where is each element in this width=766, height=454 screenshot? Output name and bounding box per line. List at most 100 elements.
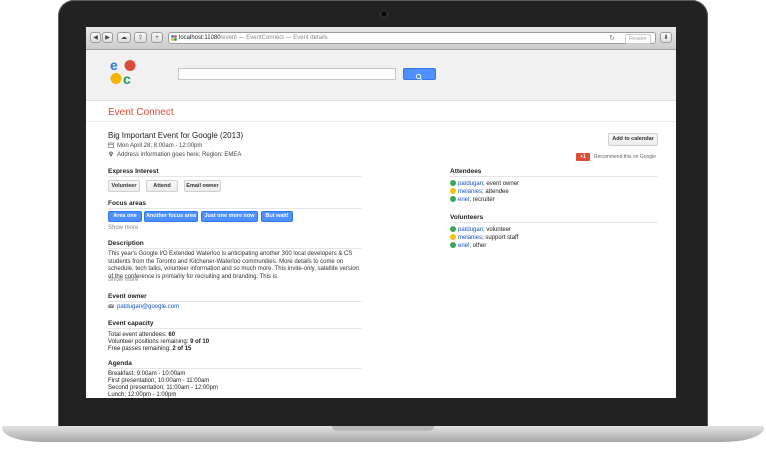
laptop-notch xyxy=(332,426,434,431)
capacity-volunteer: Volunteer positions remaining: 9 of 10 xyxy=(108,339,209,345)
focus-areas-heading: Focus areas xyxy=(108,200,146,207)
focus-tag[interactable]: Area one xyxy=(108,211,142,222)
svg-text:e: e xyxy=(110,59,118,73)
screen: ◀ ▶ ☁ ⇪ + localhost:11080/event — EventC… xyxy=(86,27,676,398)
search-input[interactable] xyxy=(178,68,396,80)
status-check-icon xyxy=(450,226,456,232)
browser-toolbar: ◀ ▶ ☁ ⇪ + localhost:11080/event — EventC… xyxy=(86,27,676,50)
email-owner-button[interactable]: Email owner xyxy=(184,180,221,192)
capacity-volunteer-label: Volunteer positions remaining: xyxy=(108,339,189,345)
reader-button[interactable]: Reader xyxy=(624,34,651,44)
event-address-row: Address information goes here; Region: E… xyxy=(108,151,241,158)
status-check-icon xyxy=(450,196,456,202)
mail-icon xyxy=(108,303,114,309)
camera xyxy=(380,10,388,18)
event-title: Big Important Event for Google (2013) xyxy=(108,131,244,140)
owner-row: patdugan@google.com xyxy=(108,303,179,310)
status-pending-icon xyxy=(450,188,456,194)
capacity-total: Total event attendees: 60 xyxy=(108,332,175,338)
divider xyxy=(108,301,362,302)
divider xyxy=(108,248,362,249)
attendee-role: ; attendee xyxy=(482,189,509,195)
volunteer-role: ; volunteer xyxy=(483,227,512,233)
capacity-total-label: Total event attendees: xyxy=(108,332,167,338)
divider xyxy=(450,176,658,177)
volunteer-row: melanies; support staff xyxy=(450,234,518,241)
location-pin-icon xyxy=(108,151,114,157)
divider xyxy=(108,328,362,329)
cloud-icon[interactable]: ☁ xyxy=(117,32,131,43)
owner-email-link[interactable]: patdugan@google.com xyxy=(117,304,179,310)
recommend-text: Recommend this on Google xyxy=(594,154,656,160)
focus-tag[interactable]: But wait! xyxy=(261,211,293,222)
focus-show-more-link[interactable]: Show more xyxy=(108,225,138,231)
gplus-button[interactable]: +1 xyxy=(576,153,590,161)
favicon-icon xyxy=(171,35,177,41)
agenda-item: Lunch; 12:00pm - 1:00pm xyxy=(108,392,177,398)
event-owner-heading: Event owner xyxy=(108,293,147,300)
volunteer-role: ; support staff xyxy=(482,235,519,241)
agenda-item: Second presentation; 11:00am - 12:00pm xyxy=(108,385,218,391)
reload-icon[interactable]: ↻ xyxy=(609,34,615,43)
attendee-name-link[interactable]: patdugan xyxy=(458,181,483,187)
attend-button[interactable]: Attend xyxy=(146,180,178,192)
attendee-row: eriel; recruiter xyxy=(450,196,495,203)
divider xyxy=(108,176,362,177)
attendee-name-link[interactable]: eriel xyxy=(458,197,469,203)
capacity-passes-value: 2 of 15 xyxy=(172,346,192,352)
download-icon[interactable]: ⬇ xyxy=(660,32,672,43)
attendee-name-link[interactable]: melanies xyxy=(458,189,482,195)
divider xyxy=(108,208,362,209)
app-logo[interactable]: e c xyxy=(110,57,136,87)
description-text: This year's Google I/O Extended Waterloo… xyxy=(108,251,359,280)
volunteer-role: ; other xyxy=(469,243,487,249)
event-capacity-heading: Event capacity xyxy=(108,320,154,327)
volunteer-name-link[interactable]: patdugan xyxy=(458,227,483,233)
laptop-base xyxy=(2,426,764,442)
capacity-volunteer-value: 9 of 10 xyxy=(190,339,210,345)
divider xyxy=(450,222,658,223)
status-check-icon xyxy=(450,180,456,186)
app-title: Event Connect xyxy=(108,107,174,118)
search-button[interactable] xyxy=(403,68,436,81)
url-host: localhost:11080 xyxy=(179,35,221,41)
description-heading: Description xyxy=(108,240,144,247)
new-tab-button[interactable]: + xyxy=(151,32,163,43)
capacity-passes-label: Free passes remaining: xyxy=(108,346,171,352)
description-show-more-link[interactable]: Show more xyxy=(108,277,138,283)
agenda-item: First presentation; 10:00am - 11:00am xyxy=(108,378,210,384)
event-date-row: Mon April 28; 8:00am - 12:00pm xyxy=(108,142,202,149)
capacity-passes: Free passes remaining: 2 of 15 xyxy=(108,346,191,352)
app-header: e c xyxy=(86,50,676,101)
volunteer-row: patdugan; volunteer xyxy=(450,226,511,233)
volunteer-button[interactable]: Volunteer xyxy=(108,180,140,192)
url-text: localhost:11080/event — EventConnect — E… xyxy=(179,34,328,43)
status-pending-icon xyxy=(450,234,456,240)
agenda-heading: Agenda xyxy=(108,360,132,367)
share-icon[interactable]: ⇪ xyxy=(134,32,147,43)
volunteer-row: eriel; other xyxy=(450,242,486,249)
back-button[interactable]: ◀ xyxy=(90,32,101,43)
attendee-role: ; recruiter xyxy=(469,197,495,203)
calendar-icon xyxy=(108,142,114,148)
address-bar[interactable]: localhost:11080/event — EventConnect — E… xyxy=(168,32,656,44)
divider xyxy=(108,368,362,369)
volunteers-heading: Volunteers xyxy=(450,214,484,221)
event-address: Address information goes here; Region: E… xyxy=(117,152,242,158)
volunteer-name-link[interactable]: eriel xyxy=(458,243,469,249)
forward-button[interactable]: ▶ xyxy=(102,32,113,43)
divider xyxy=(86,121,676,122)
search-icon xyxy=(415,73,423,81)
url-path: /event — EventConnect — Event details xyxy=(220,35,328,41)
attendee-role: ; event owner xyxy=(483,181,520,187)
add-to-calendar-button[interactable]: Add to calendar xyxy=(608,133,658,146)
focus-tag[interactable]: Just one more now xyxy=(201,211,258,222)
attendees-heading: Attendees xyxy=(450,168,482,175)
express-interest-heading: Express Interest xyxy=(108,168,159,175)
attendee-row: melanies; attendee xyxy=(450,188,509,195)
capacity-total-value: 60 xyxy=(168,332,176,338)
event-date: Mon April 28; 8:00am - 12:00pm xyxy=(117,143,203,149)
agenda-item: Breakfast; 9:00am - 10:00am xyxy=(108,371,186,377)
focus-tag[interactable]: Another focus area xyxy=(144,211,198,222)
volunteer-name-link[interactable]: melanies xyxy=(458,235,482,241)
